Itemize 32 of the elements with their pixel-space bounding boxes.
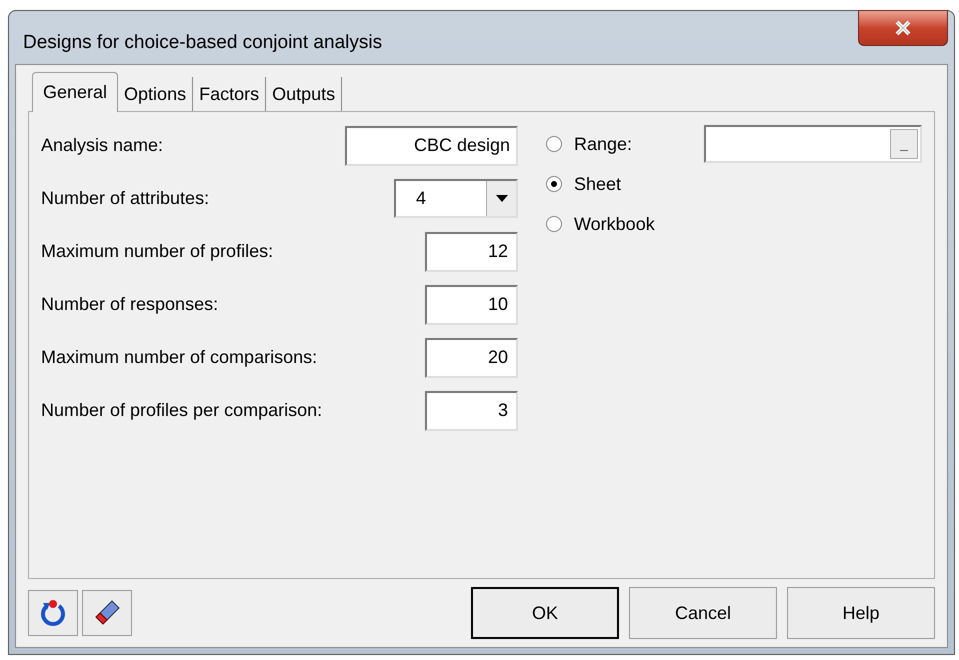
radio-button[interactable]	[546, 176, 562, 192]
input-field[interactable]: 3	[425, 390, 518, 430]
field-label: Number of profiles per comparison:	[41, 399, 322, 422]
close-icon	[894, 20, 912, 36]
refresh-icon	[38, 598, 68, 628]
radio-label: Range:	[574, 132, 634, 156]
input-field[interactable]: CBC design	[345, 126, 518, 166]
reset-button[interactable]	[28, 590, 78, 636]
field-label: Maximum number of profiles:	[41, 240, 274, 263]
close-button[interactable]	[858, 10, 948, 46]
dropdown[interactable]: 4	[394, 179, 518, 218]
dropdown-value: 4	[415, 187, 428, 210]
caret-icon	[496, 195, 508, 202]
field-label: Analysis name:	[41, 134, 164, 157]
dialog-button[interactable]: Cancel	[629, 587, 777, 639]
range-field[interactable]	[704, 125, 922, 163]
field-label: Maximum number of comparisons:	[41, 346, 318, 369]
dialog-button[interactable]: Help	[787, 587, 935, 639]
window-title: Designs for choice-based conjoint analysis	[23, 31, 382, 55]
radio-button[interactable]	[546, 216, 562, 232]
radio-label: Sheet	[574, 172, 622, 196]
radio-label: Workbook	[574, 212, 656, 236]
radio-button[interactable]	[546, 136, 562, 152]
field-label: Number of responses:	[41, 293, 218, 316]
dropdown-arrow-button[interactable]	[486, 181, 516, 216]
tab[interactable]: General	[32, 72, 118, 112]
input-field[interactable]: 20	[425, 338, 518, 378]
field-label: Number of attributes:	[41, 187, 210, 210]
dialog-button[interactable]: OK	[471, 587, 619, 639]
clear-button[interactable]	[82, 590, 132, 636]
input-field[interactable]: 12	[425, 232, 518, 272]
input-field[interactable]: 10	[425, 284, 518, 324]
